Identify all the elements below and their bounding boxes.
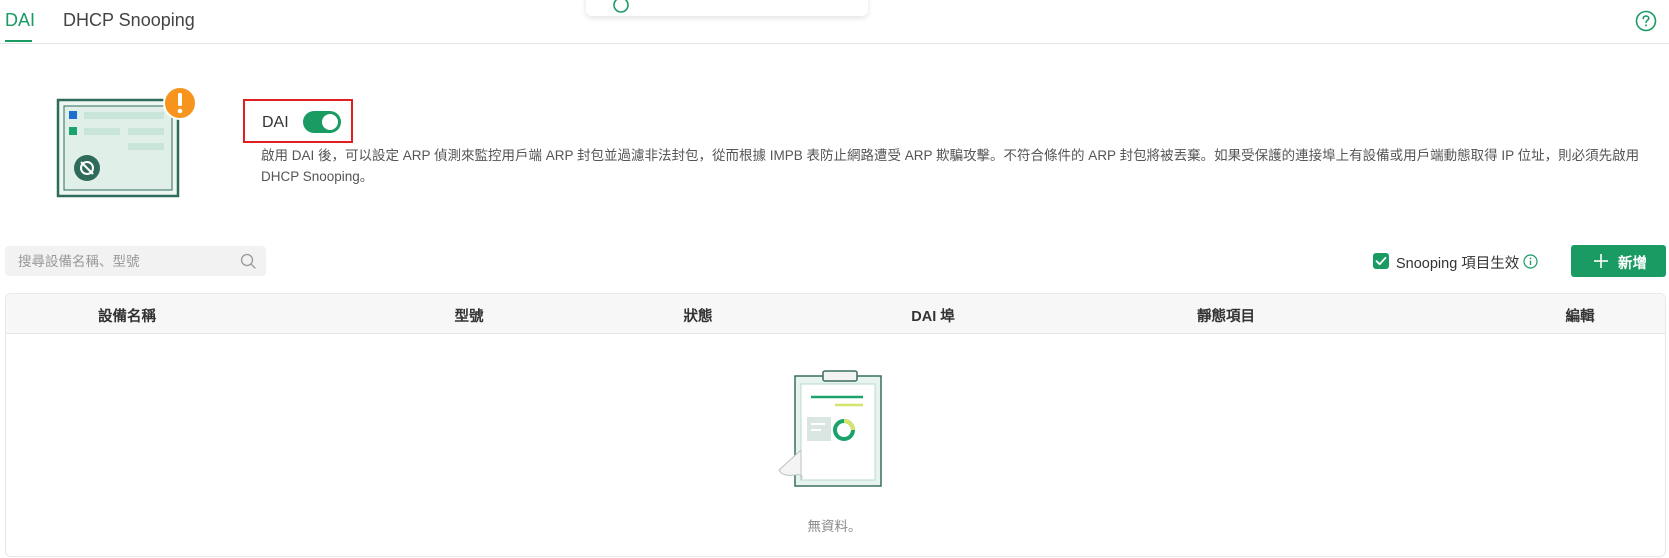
dai-toggle-group: DAI	[243, 99, 353, 143]
warning-badge-icon	[163, 86, 197, 120]
search-input[interactable]	[5, 246, 235, 276]
add-button[interactable]: 新增	[1571, 245, 1666, 277]
active-tab-indicator	[5, 40, 32, 42]
empty-state-text: 無資料。	[807, 519, 862, 534]
search-icon[interactable]	[240, 253, 256, 269]
check-icon	[1375, 256, 1387, 266]
search-box	[5, 246, 266, 276]
dai-label: DAI	[262, 114, 289, 131]
column-edit: 編輯	[1565, 309, 1595, 325]
dai-switch[interactable]	[303, 111, 341, 133]
column-model: 型號	[454, 309, 484, 325]
info-icon[interactable]	[1523, 254, 1538, 269]
snooping-checkbox[interactable]	[1373, 253, 1389, 269]
column-static-entries: 靜態項目	[1197, 309, 1255, 325]
tab-dai[interactable]: DAI	[5, 10, 35, 31]
column-status: 狀態	[683, 309, 713, 325]
tab-bar: DAI DHCP Snooping	[0, 0, 1669, 44]
table-header: 設備名稱 型號 狀態 DAI 埠 靜態項目 編輯	[6, 294, 1665, 334]
snooping-label: Snooping 項目生效	[1396, 256, 1520, 272]
dai-description: 啟用 DAI 後，可以設定 ARP 偵測來監控用戶端 ARP 封包並過濾非法封包…	[261, 148, 1640, 184]
column-device-name: 設備名稱	[98, 309, 156, 325]
help-icon[interactable]	[1635, 10, 1657, 32]
tab-dhcp-snooping[interactable]: DHCP Snooping	[63, 10, 195, 31]
switch-knob	[322, 114, 338, 130]
add-button-label: 新增	[1618, 256, 1647, 272]
plus-icon	[1594, 254, 1608, 268]
dai-device-illustration	[56, 86, 197, 198]
empty-clipboard-icon	[778, 370, 882, 487]
column-dai-port: DAI 埠	[911, 309, 955, 325]
